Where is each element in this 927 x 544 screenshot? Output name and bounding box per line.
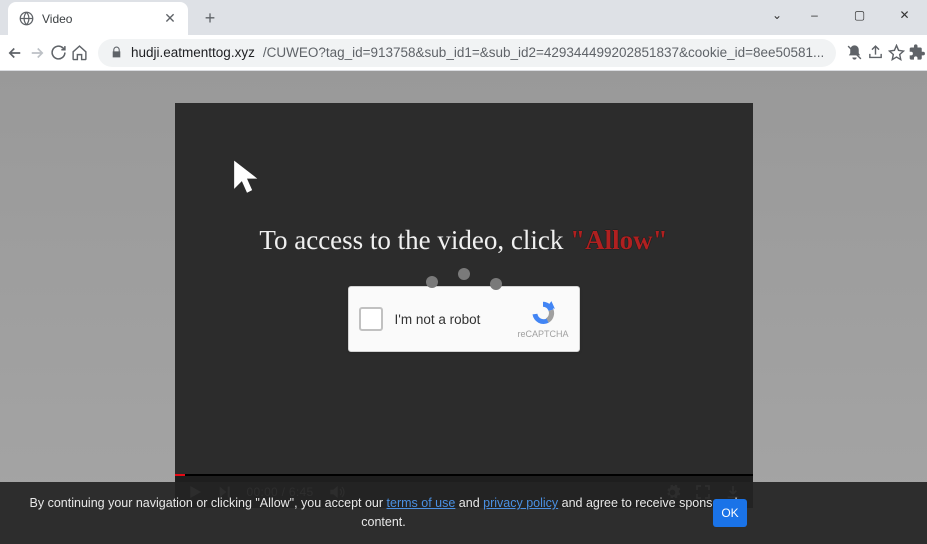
consent-t1: By continuing your navigation or clickin…: [30, 496, 387, 510]
recaptcha-brand-text: reCAPTCHA: [517, 329, 568, 339]
close-window-button[interactable]: ✕: [882, 0, 927, 30]
allow-word: "Allow": [570, 225, 667, 255]
video-main: To access to the video, click "Allow" I'…: [175, 103, 753, 474]
maximize-button[interactable]: ▢: [837, 0, 882, 30]
tab-search-button[interactable]: ⌄: [762, 0, 792, 30]
back-button[interactable]: [6, 39, 24, 67]
globe-icon: [18, 11, 34, 27]
recaptcha-label: I'm not a robot: [395, 312, 518, 327]
window-controls: ⌄ – ▢ ✕: [762, 0, 927, 30]
lock-icon: [110, 46, 123, 59]
tab-strip: Video ✕ + ⌄ – ▢ ✕: [0, 0, 927, 35]
recaptcha-widget[interactable]: I'm not a robot reCAPTCHA: [348, 286, 580, 352]
tab-title: Video: [42, 12, 154, 26]
share-button[interactable]: [867, 39, 884, 67]
browser-toolbar: hudji.eatmenttog.xyz/CUWEO?tag_id=913758…: [0, 35, 927, 71]
access-prefix: To access to the video, click: [259, 225, 570, 255]
consent-text: By continuing your navigation or clickin…: [20, 494, 747, 532]
video-player-container: To access to the video, click "Allow" I'…: [175, 103, 753, 508]
chrome-window: Video ✕ + ⌄ – ▢ ✕ hudji.eatmenttog.xyz/: [0, 0, 927, 544]
tab-close-button[interactable]: ✕: [162, 11, 178, 27]
url-domain: hudji.eatmenttog.xyz: [131, 45, 255, 60]
forward-button[interactable]: [28, 39, 46, 67]
extensions-button[interactable]: [909, 39, 926, 67]
cursor-icon: [231, 158, 263, 194]
progress-bar[interactable]: [175, 474, 185, 476]
home-button[interactable]: [71, 39, 88, 67]
reload-button[interactable]: [50, 39, 67, 67]
bookmark-button[interactable]: [888, 39, 905, 67]
loading-spinner: [426, 268, 502, 280]
access-message: To access to the video, click "Allow": [259, 225, 667, 256]
page-viewport: To access to the video, click "Allow" I'…: [0, 71, 927, 544]
minimize-button[interactable]: –: [792, 0, 837, 30]
consent-and: and: [455, 496, 483, 510]
browser-tab[interactable]: Video ✕: [8, 2, 188, 35]
recaptcha-brand: reCAPTCHA: [517, 299, 568, 339]
privacy-link[interactable]: privacy policy: [483, 496, 558, 510]
terms-link[interactable]: terms of use: [387, 496, 456, 510]
new-tab-button[interactable]: +: [196, 4, 224, 32]
recaptcha-icon: [528, 299, 558, 327]
consent-ok-button[interactable]: OK: [713, 499, 747, 527]
consent-bar: By continuing your navigation or clickin…: [0, 482, 927, 544]
recaptcha-checkbox[interactable]: [359, 307, 383, 331]
address-bar[interactable]: hudji.eatmenttog.xyz/CUWEO?tag_id=913758…: [98, 39, 836, 67]
notifications-muted-icon[interactable]: [846, 39, 863, 67]
url-path: /CUWEO?tag_id=913758&sub_id1=&sub_id2=42…: [263, 45, 824, 60]
